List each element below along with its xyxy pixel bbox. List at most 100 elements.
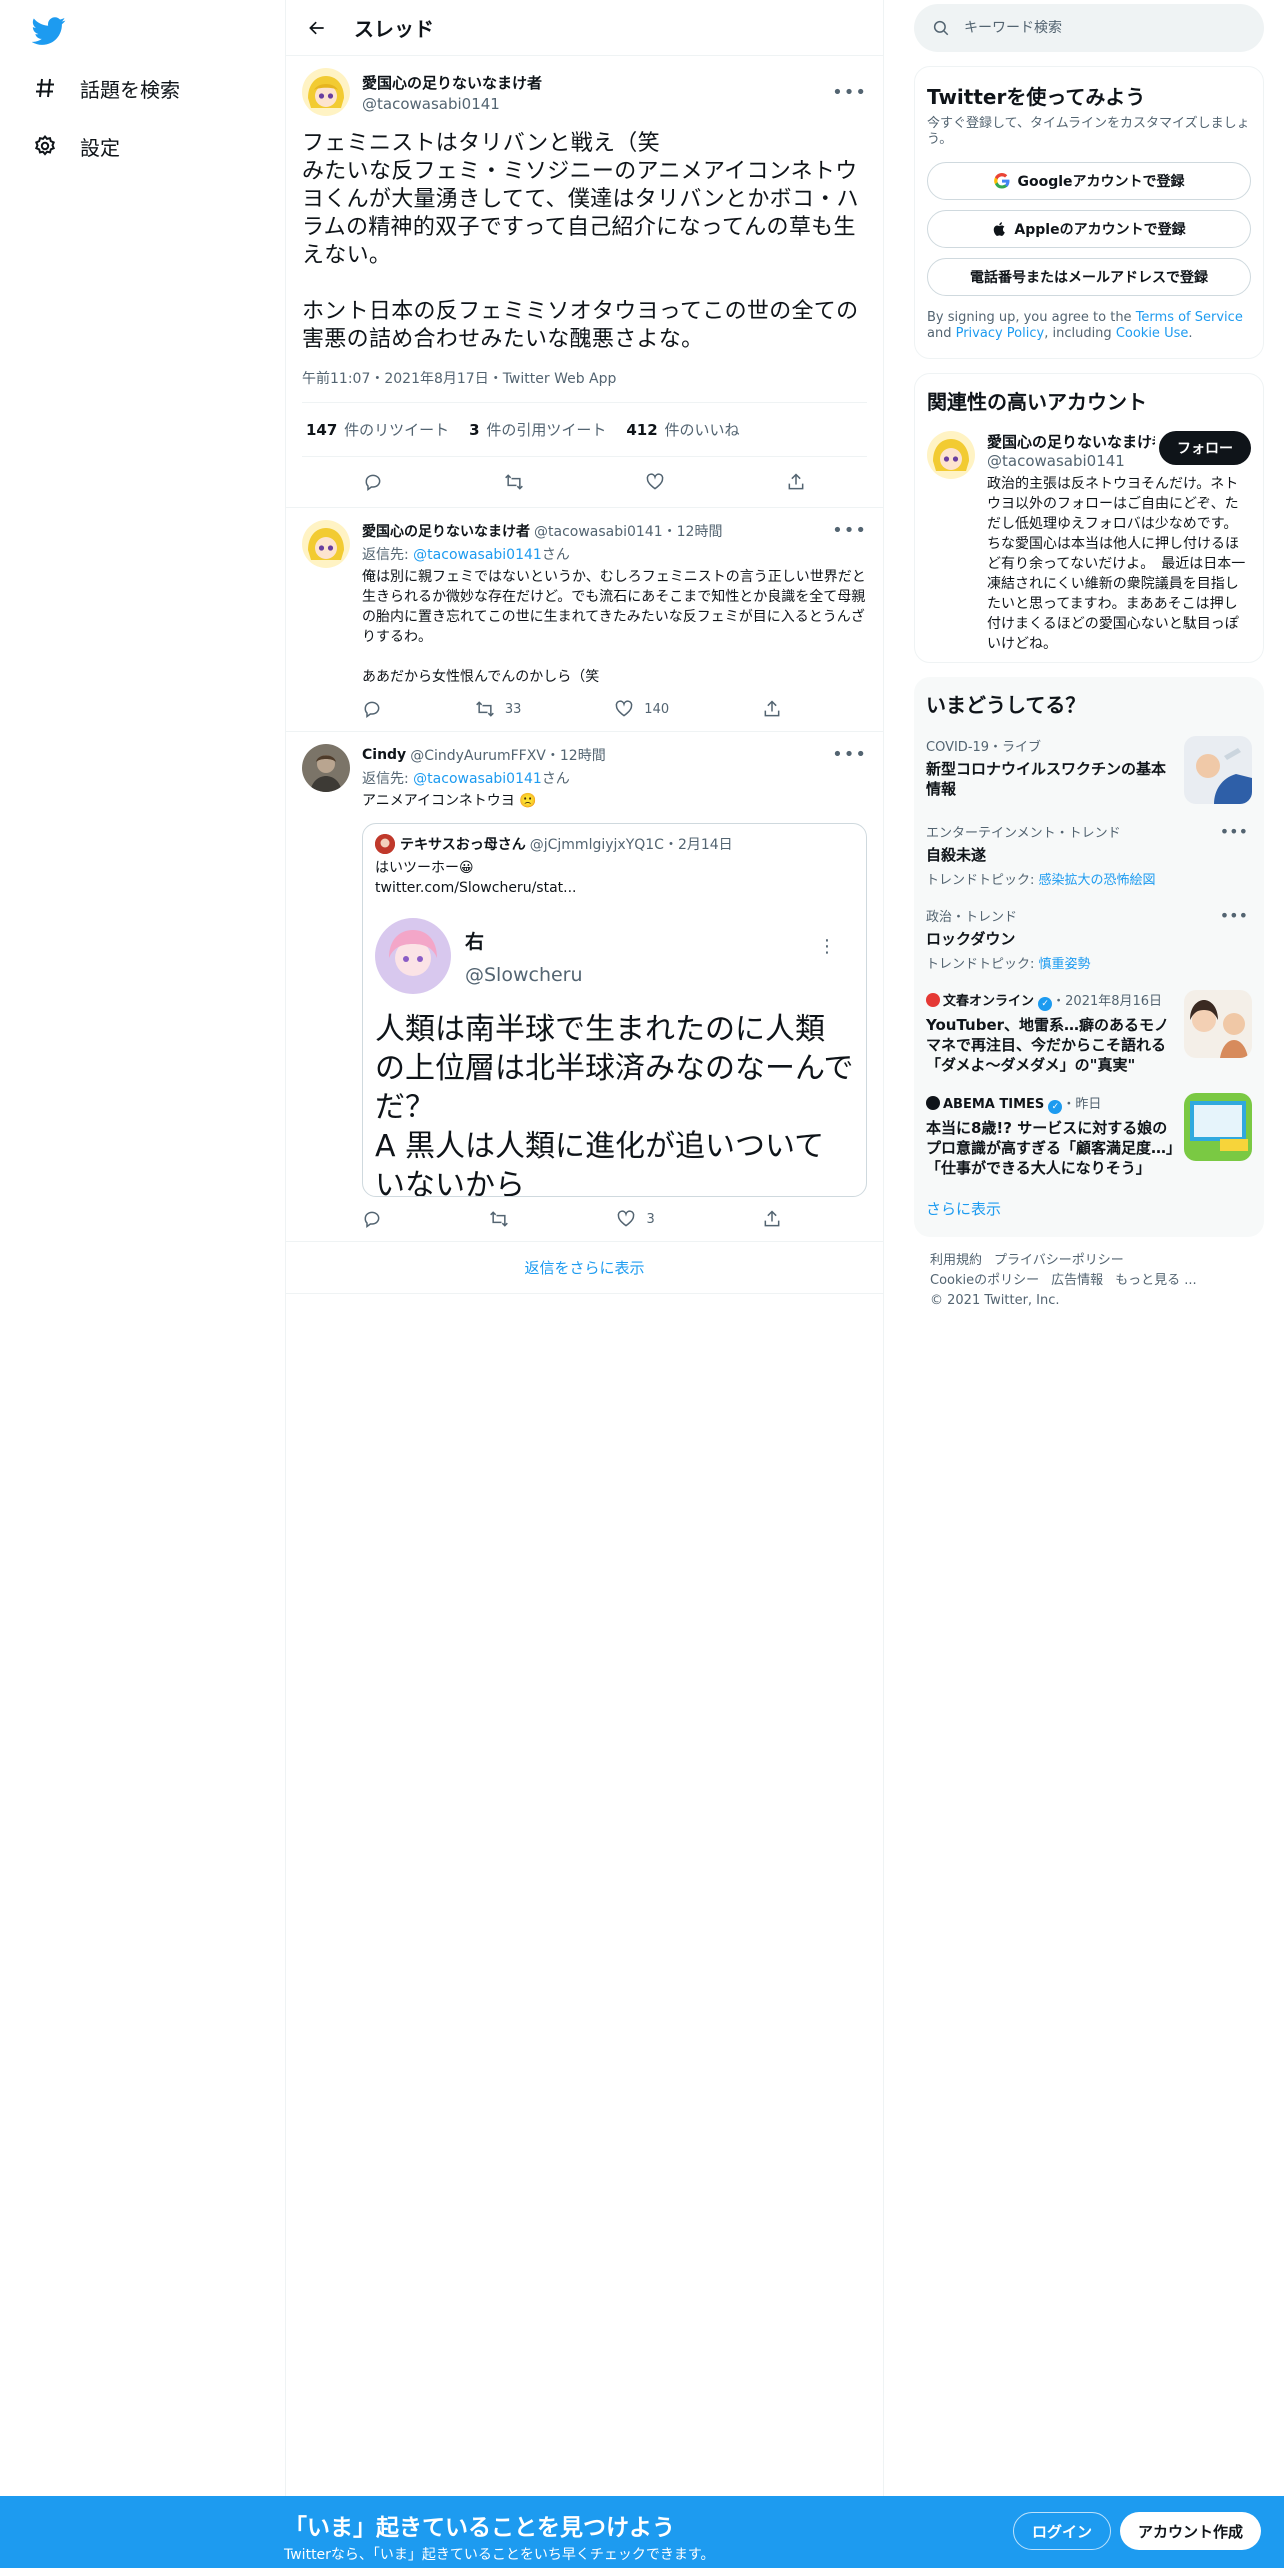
author-handle[interactable]: @tacowasabi0141 (362, 95, 832, 113)
apple-signup-button[interactable]: Appleのアカウントで登録 (927, 210, 1251, 248)
author-name[interactable]: Cindy (362, 747, 406, 763)
like-button[interactable] (645, 472, 665, 492)
nav-settings-label: 設定 (80, 135, 120, 160)
avatar[interactable] (302, 68, 350, 116)
retweet-icon (490, 1211, 509, 1227)
share-icon (788, 473, 804, 490)
reply-tweet[interactable]: 愛国心の足りないなまけ者 @tacowasabi0141・12時間 ••• 返信… (286, 508, 883, 732)
related-handle[interactable]: @tacowasabi0141 (987, 452, 1155, 470)
create-account-button[interactable]: アカウント作成 (1120, 2512, 1262, 2550)
google-signup-button[interactable]: Googleアカウントで登録 (927, 162, 1251, 200)
follow-button[interactable]: フォロー (1159, 431, 1251, 465)
author-handle-time[interactable]: @CindyAurumFFXV・12時間 (410, 745, 832, 765)
login-button[interactable]: ログイン (1013, 2512, 1112, 2550)
privacy-link[interactable]: Privacy Policy (956, 326, 1045, 341)
replying-to-link[interactable]: @tacowasabi0141 (413, 771, 542, 787)
nav-explore-label: 話題を検索 (80, 77, 180, 102)
quote-link[interactable]: twitter.com/Slowcheru/stat... (375, 878, 854, 898)
reply-tweet[interactable]: Cindy @CindyAurumFFXV・12時間 ••• 返信先: @tac… (286, 732, 883, 1242)
trend-item[interactable]: ABEMA TIMES ✓ ・昨日 本当に8歳!? サービスに対する娘のプロ意識が… (926, 1093, 1252, 1178)
related-accounts-panel: 関連性の高いアカウント 愛国心の足りないなまけ者 @tacowasabi0141… (914, 373, 1264, 663)
avatar[interactable] (302, 744, 350, 792)
replying-to-link[interactable]: @tacowasabi0141 (413, 547, 542, 563)
trend-name: 新型コロナウイルスワクチンの基本情報 (926, 760, 1167, 798)
share-button[interactable] (786, 472, 806, 492)
trend-topic-link[interactable]: 感染拡大の恐怖絵図 (1039, 873, 1156, 888)
quote-author-name: テキサスおっ母さん (400, 837, 526, 853)
reply-icon (365, 474, 381, 491)
avatar[interactable] (927, 431, 975, 479)
more-options-icon[interactable]: ••• (832, 520, 867, 541)
reply-button[interactable] (362, 699, 382, 719)
retweets-stat[interactable]: 147 件のリツイート (306, 419, 449, 440)
search-box[interactable] (914, 4, 1264, 52)
show-more-replies-link[interactable]: 返信をさらに表示 (286, 1242, 883, 1294)
quotes-stat[interactable]: 3 件の引用ツイート (469, 419, 606, 440)
verified-icon: ✓ (1038, 997, 1053, 1011)
trend-source: ABEMA TIMES (943, 1097, 1045, 1112)
more-options-icon[interactable]: ••• (1220, 822, 1248, 841)
footer-more-link[interactable]: もっと見る ... (1115, 1273, 1197, 1288)
reply-button[interactable] (362, 1209, 382, 1229)
author-handle-time[interactable]: @tacowasabi0141・12時間 (534, 521, 832, 541)
tweet-text: 俺は別に親フェミではないというか、むしろフェミニストの言う正しい世界だと生きられ… (362, 569, 866, 685)
tweet-timestamp[interactable]: 午前11:07・2021年8月17日・Twitter Web App (302, 368, 867, 403)
nav-settings[interactable]: 設定 (32, 126, 120, 166)
heart-icon (615, 700, 633, 717)
replying-to: 返信先: @tacowasabi0141さん (362, 771, 570, 787)
trend-image (1184, 990, 1252, 1058)
reply-button[interactable] (363, 472, 383, 492)
phone-email-signup-button[interactable]: 電話番号またはメールアドレスで登録 (927, 258, 1251, 296)
cookie-link[interactable]: Cookie Use (1116, 326, 1189, 341)
trends-show-more-link[interactable]: さらに表示 (926, 1178, 1252, 1237)
trend-category: エンターテインメント・トレンド (926, 826, 1121, 841)
footer-privacy-link[interactable]: プライバシーポリシー (994, 1253, 1124, 1268)
trend-item[interactable]: 文春オンライン ✓ ・2021年8月16日 YouTuber、地雷系…癖のあるモノ… (926, 990, 1252, 1075)
right-sidebar: Twitterを使ってみよう 今すぐ登録して、タイムラインをカスタマイズしましょ… (914, 0, 1264, 1325)
replying-to: 返信先: @tacowasabi0141さん (362, 547, 570, 563)
verified-icon: ✓ (1048, 1100, 1063, 1114)
search-input[interactable] (964, 20, 1224, 36)
signup-subtitle: 今すぐ登録して、タイムラインをカスタマイズしましょう。 (927, 116, 1250, 147)
quote-author-meta: @jCjmmlgiyjxYQ1C・2月14日 (529, 837, 733, 853)
author-name[interactable]: 愛国心の足りないなまけ者 (362, 521, 530, 541)
card-handle: @Slowcheru (465, 963, 583, 986)
footer-ads-link[interactable]: 広告情報 (1051, 1273, 1103, 1288)
tweet-actions: 3 (362, 1209, 782, 1229)
likes-stat[interactable]: 412 件のいいね (626, 419, 739, 440)
retweet-button[interactable] (504, 472, 524, 492)
more-options-icon[interactable]: ••• (832, 744, 867, 765)
retweet-button[interactable]: 33 (475, 699, 522, 719)
footer-terms-link[interactable]: 利用規約 (930, 1253, 982, 1268)
related-name[interactable]: 愛国心の足りないなまけ者 (987, 431, 1155, 452)
trend-item[interactable]: エンターテインメント・トレンド 自殺未遂 トレンドトピック: 感染拡大の恐怖絵図… (926, 822, 1252, 888)
share-button[interactable] (762, 1209, 782, 1229)
trend-item[interactable]: 政治・トレンド ロックダウン トレンドトピック: 慎重姿勢 ••• (926, 906, 1252, 972)
source-logo-icon (926, 1096, 940, 1110)
avatar[interactable] (302, 520, 350, 568)
retweet-count: 33 (504, 701, 522, 717)
trend-topic-link[interactable]: 慎重姿勢 (1039, 957, 1091, 972)
retweet-button[interactable] (489, 1209, 509, 1229)
back-button[interactable] (302, 13, 332, 43)
author-name[interactable]: 愛国心の足りないなまけ者 (362, 72, 832, 93)
like-button[interactable]: 3 (616, 1209, 655, 1229)
thread-header: スレッド (286, 0, 883, 56)
trend-item[interactable]: COVID-19・ライブ 新型コロナウイルスワクチンの基本情報 (926, 736, 1252, 804)
more-options-icon[interactable]: ••• (1220, 906, 1248, 925)
main-column: スレッド 愛国心の足りないなまけ者 @tacowasabi0141 ••• フェ… (286, 0, 884, 2568)
twitter-logo-icon[interactable] (31, 14, 66, 48)
trend-image (1184, 1093, 1252, 1161)
related-account[interactable]: 愛国心の足りないなまけ者 @tacowasabi0141 フォロー 政治的主張は… (927, 431, 1251, 654)
quoted-tweet[interactable]: テキサスおっ母さん @jCjmmlgiyjxYQ1C・2月14日 はいツーホー😀… (362, 823, 867, 1197)
share-button[interactable] (762, 699, 782, 719)
search-icon (933, 20, 949, 36)
more-options-icon[interactable]: ••• (832, 82, 867, 103)
share-icon (764, 1210, 780, 1227)
like-button[interactable]: 140 (614, 699, 669, 719)
tweet-actions: 33 140 (362, 699, 782, 719)
footer-cookie-link[interactable]: Cookieのポリシー (930, 1273, 1039, 1288)
nav-explore[interactable]: 話題を検索 (32, 68, 180, 108)
terms-link[interactable]: Terms of Service (1136, 310, 1243, 325)
retweet-icon (505, 474, 523, 490)
